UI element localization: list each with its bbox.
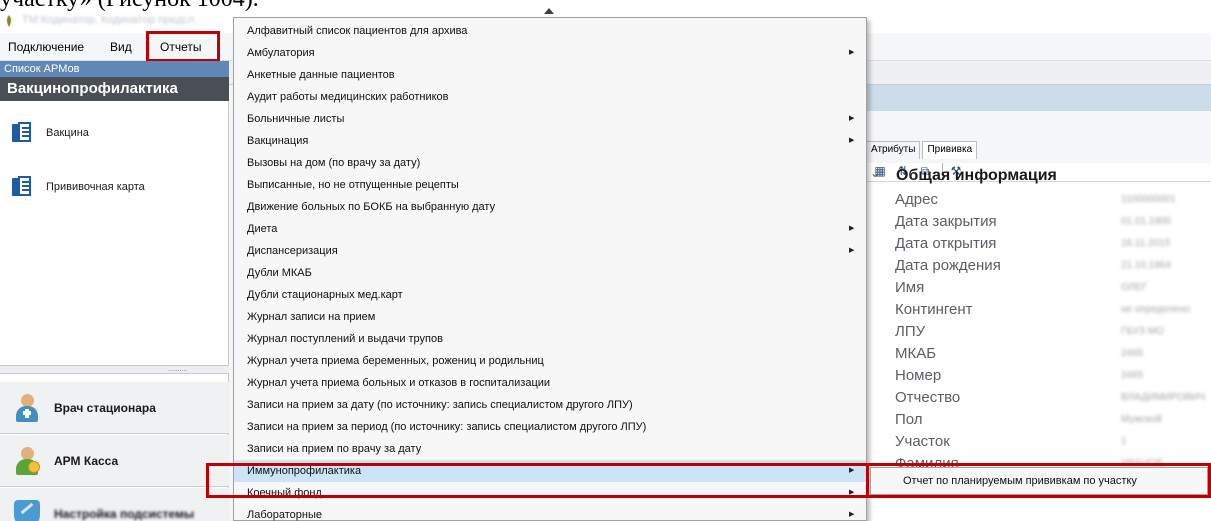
nav-inpatient-doctor[interactable]: Врач стационара [0, 382, 229, 434]
menu-item-label: Вызовы на дом (по врачу за дату) [247, 157, 421, 169]
menu-item-18[interactable]: Записи на прием за период (по источнику:… [234, 416, 866, 438]
menu-item-label: Диспансеризация [247, 245, 338, 257]
submenu-arrow-icon: ▶ [849, 511, 855, 518]
submenu-highlight-frame [866, 463, 1211, 498]
property-contingent-value: не определено [1121, 304, 1191, 315]
menu-item-19[interactable]: Записи на прием по врачу за дату [234, 438, 866, 460]
book-icon [12, 122, 32, 144]
menu-item-label: Дубли МКАБ [247, 267, 312, 279]
menu-item-22[interactable]: Лабораторные ▶ [234, 504, 866, 521]
menu-item-2[interactable]: Анкетные данные пациентов [234, 64, 866, 86]
chevron-down-icon[interactable]: ⌄ [870, 166, 880, 180]
sidebar-item-vaccine[interactable]: Вакцина [12, 120, 89, 146]
menu-item-15[interactable]: Журнал учета приема беременных, рожениц … [234, 350, 866, 372]
property-address-value: 1100000001 [1121, 194, 1176, 205]
menu-item-label: Амбулатория [247, 47, 315, 59]
menu-item-label: Журнал учета приема беременных, рожениц … [247, 355, 544, 367]
menu-item-13[interactable]: Журнал записи на прием [234, 306, 866, 328]
menu-item-0[interactable]: Алфавитный список пациентов для архива [234, 20, 866, 42]
nav-subsystem-settings[interactable]: Настройка подсистемы [0, 488, 229, 521]
menu-item-label: Журнал учета приема больных и отказов в … [247, 377, 551, 389]
app-icon [6, 15, 12, 27]
window-title: ТМ:Кодинатор, Кодинатор предсл. [22, 14, 198, 26]
menu-view[interactable]: Вид [106, 37, 136, 57]
menu-item-label: Диета [247, 223, 278, 235]
breadcrumb[interactable]: Список АРМов [0, 61, 229, 77]
tab-attributes[interactable]: Атрибуты [866, 141, 921, 159]
sidebar-splitter[interactable] [0, 365, 229, 374]
splitter-grip: .......... [168, 366, 188, 373]
reports-highlight-frame [146, 31, 220, 62]
menu-item-label: Записи на прием по врачу за дату [247, 443, 422, 455]
menu-item-11[interactable]: Дубли МКАБ [234, 262, 866, 284]
menu-item-8[interactable]: Движение больных по БОКБ на выбранную да… [234, 196, 866, 218]
menu-item-label: Аудит работы медицинских работников [247, 91, 449, 103]
submenu-arrow-icon: ▶ [849, 49, 855, 56]
tab-vaccination[interactable]: Прививка [922, 141, 978, 159]
property-district-value: 1 [1121, 436, 1127, 447]
cashier-icon [14, 446, 40, 475]
menu-item-16[interactable]: Журнал учета приема больных и отказов в … [234, 372, 866, 394]
menu-item-9[interactable]: Диета ▶ [234, 218, 866, 240]
menu-item-12[interactable]: Дубли стационарных мед.карт [234, 284, 866, 306]
nav-label: Врач стационара [54, 400, 156, 415]
submenu-arrow-icon: ▶ [849, 247, 855, 254]
menu-item-7[interactable]: Выписанные, но не отпущенные рецепты [234, 174, 866, 196]
property-gender-value: Мужской [1121, 414, 1162, 425]
nav-label: Настройка подсистемы [54, 506, 195, 521]
properties-header [860, 85, 1211, 111]
submenu-arrow-icon: ▶ [849, 137, 855, 144]
settings-shield-icon [14, 499, 40, 521]
menu-item-3[interactable]: Аудит работы медицинских работников [234, 86, 866, 108]
menu-item-label: Журнал записи на прием [247, 311, 376, 323]
scroll-up-icon[interactable] [544, 8, 554, 14]
nav-label: АРМ Касса [54, 453, 119, 468]
menu-item-label: Выписанные, но не отпущенные рецепты [247, 179, 459, 191]
menu-item-4[interactable]: Больничные листы ▶ [234, 108, 866, 130]
sidebar-item-vaccination-card[interactable]: Прививочная карта [12, 174, 145, 200]
menu-item-label: Дубли стационарных мед.карт [247, 289, 403, 301]
property-birth-date-value: 21.10.1964 [1121, 260, 1172, 271]
submenu-arrow-icon: ▶ [849, 225, 855, 232]
property-first-name-value: ОЛЕГ [1121, 282, 1148, 293]
menu-item-17[interactable]: Записи на прием за дату (по источнику: з… [234, 394, 866, 416]
menu-item-label: Лабораторные [247, 509, 322, 521]
property-open-date-value: 16.11.2015 [1121, 238, 1171, 249]
category-general: Общая информация [896, 167, 1057, 184]
menu-item-label: Анкетные данные пациентов [247, 69, 395, 81]
property-lpu-value: ГБУЗ МО [1121, 326, 1164, 337]
menu-item-label: Движение больных по БОКБ на выбранную да… [247, 201, 496, 213]
menu-item-label: Алфавитный список пациентов для архива [247, 25, 468, 37]
menu-item-label: Записи на прием за период (по источнику:… [247, 421, 647, 433]
book-icon [12, 176, 32, 198]
immunoprophylaxis-highlight-frame [206, 463, 869, 498]
sidebar-item-label: Прививочная карта [46, 181, 145, 193]
sidebar-item-label: Вакцина [46, 127, 89, 139]
property-close-date-value: 01.01.1900 [1121, 216, 1172, 227]
menu-item-label: Вакцинация [247, 135, 309, 147]
properties-tabs: Атрибуты Прививка [866, 141, 979, 159]
menu-item-1[interactable]: Амбулатория ▶ [234, 42, 866, 64]
property-mkab-value: 2465 [1121, 348, 1144, 359]
doctor-icon [14, 393, 40, 422]
menu-item-label: Журнал поступлений и выдачи трупов [247, 333, 443, 345]
property-number-value: 2465 [1121, 370, 1144, 381]
menu-item-5[interactable]: Вакцинация ▶ [234, 130, 866, 152]
menu-item-6[interactable]: Вызовы на дом (по врачу за дату) [234, 152, 866, 174]
menu-item-label: Записи на прием за дату (по источнику: з… [247, 399, 633, 411]
property-patronymic-value: ВЛАДИМИРОВИЧ [1121, 392, 1206, 403]
submenu-arrow-icon: ▶ [849, 115, 855, 122]
menu-item-label: Больничные листы [247, 113, 345, 125]
menu-item-10[interactable]: Диспансеризация ▶ [234, 240, 866, 262]
nav-cashier[interactable]: АРМ Касса [0, 435, 229, 487]
sidebar-title: Вакцинопрофилактика [0, 77, 229, 101]
menu-connection[interactable]: Подключение [4, 37, 88, 57]
menu-item-14[interactable]: Журнал поступлений и выдачи трупов [234, 328, 866, 350]
